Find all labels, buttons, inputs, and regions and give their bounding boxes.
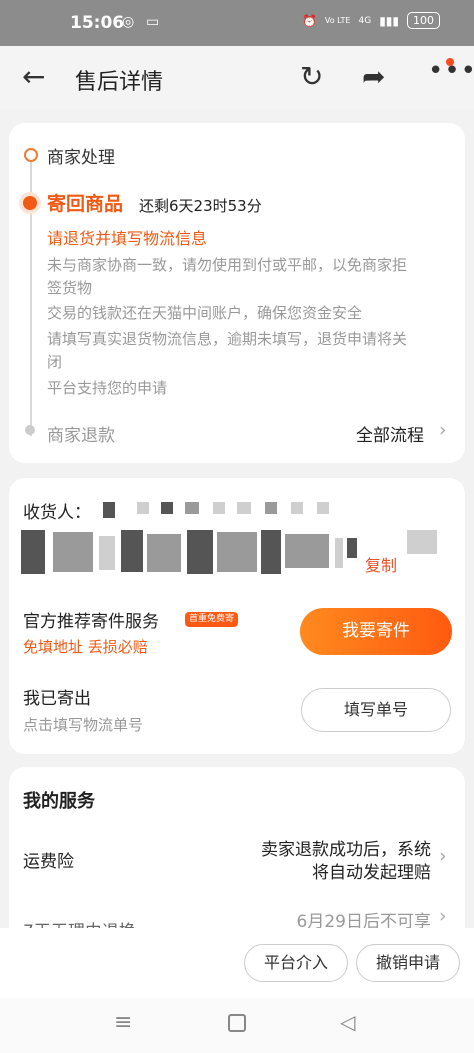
nav-bar: ← 售后详情 ↻ ➦ ••• [0,46,474,110]
network-label: 4G [358,15,372,26]
status-indicators: ⏰ Vo LTE 4G ▮▮▮ 100 [302,12,440,29]
signal-icon: ▮▮▮ [379,13,399,28]
note-line: 签货物 [47,279,93,297]
service-value: 将自动发起理赔 [312,863,431,883]
note-line: 平台支持您的申请 [47,379,168,397]
step-merchant-refund: 商家退款 [47,426,115,446]
line-app-icon: ▭ [146,14,160,30]
system-nav-bar: ≡ ◁ [0,998,474,1053]
service-value: 卖家退款成功后，系统 [261,840,431,860]
step-subtitle: 请退货并填写物流信息 [47,229,208,248]
note-line: 未与商家协商一致，请勿使用到付或平邮，以免商家拒 [47,256,408,274]
back-arrow-icon[interactable]: ← [22,60,45,93]
progress-card: 商家处理 寄回商品 还剩6天23时53分 请退货并填写物流信息 未与商家协商一致… [9,123,465,463]
bottom-action-bar: 平台介入 撤销申请 [0,928,474,998]
shipped-title: 我已寄出 [23,689,91,709]
chevron-right-icon[interactable]: › [439,905,447,927]
status-bar: 15:06 ◎ ▭ ⏰ Vo LTE 4G ▮▮▮ 100 [0,0,474,46]
home-icon[interactable] [228,1014,246,1032]
chevron-right-icon[interactable]: › [439,845,447,867]
refresh-icon[interactable]: ↻ [300,60,323,93]
step-merchant-processing: 商家处理 [47,148,115,168]
menu-icon[interactable]: ≡ [114,1010,132,1035]
free-ship-badge: 首重免费寄 [185,612,239,627]
step-return-goods: 寄回商品 [47,193,124,215]
share-icon[interactable]: ➦ [362,60,385,93]
instagram-icon: ◎ [122,14,135,30]
service-label: 运费险 [23,852,74,872]
service-desc: 免填地址 丢损必赔 [23,638,148,656]
status-time: 15:06 [70,13,125,33]
note-line: 闭 [47,353,63,371]
service-title: 官方推荐寄件服务 [23,612,159,632]
countdown-text: 还剩6天23时53分 [139,197,262,215]
shipped-desc: 点击填写物流单号 [23,716,144,734]
chevron-right-icon[interactable]: › [439,419,447,441]
battery-indicator: 100 [407,12,440,29]
cancel-request-button[interactable]: 撤销申请 [356,944,460,982]
timeline-dot-pending [25,425,35,435]
note-line: 请填写真实退货物流信息，逾期未填写，退货申请将关 [47,330,408,348]
note-line: 交易的钱款还在天猫中间账户，确保您资金安全 [47,304,363,322]
notification-dot [446,58,454,66]
address-card: 收货人： 复制 官方推荐寄件服务 首重免费寄 免填地址 丢损必赔 我要寄件 我已… [9,478,465,754]
platform-intervene-button[interactable]: 平台介入 [244,944,348,982]
recipient-label: 收货人： [23,503,91,523]
ship-now-button[interactable]: 我要寄件 [300,608,452,655]
volte-label: Vo LTE [324,16,351,25]
fill-tracking-button[interactable]: 填写单号 [301,688,451,732]
copy-button[interactable]: 复制 [365,552,397,576]
timeline-dot-current [23,196,37,210]
page-title: 售后详情 [75,70,164,95]
alarm-icon: ⏰ [301,13,317,28]
back-icon[interactable]: ◁ [340,1010,355,1034]
services-title: 我的服务 [23,791,95,812]
all-steps-link[interactable]: 全部流程 [356,421,424,446]
timeline-dot-done [24,148,38,162]
